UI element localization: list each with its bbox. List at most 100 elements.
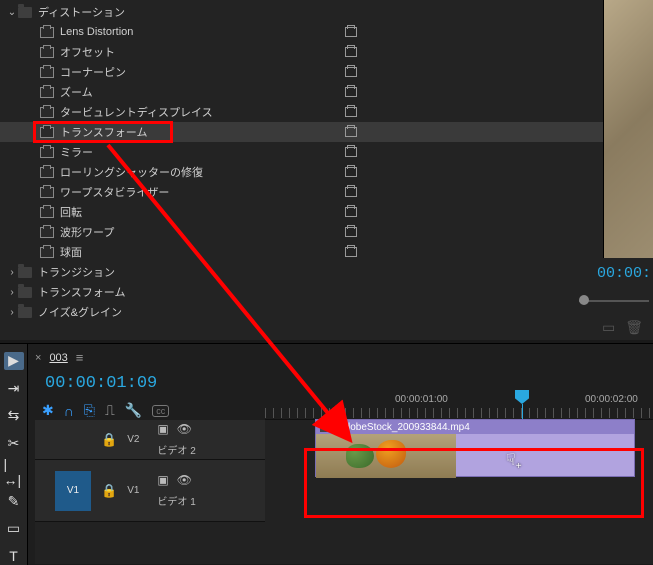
video-clip[interactable]: fx AdobeStock_200933844.mp4 ☟+ [315,419,635,477]
toggle-output-icon[interactable]: ▣ [157,473,168,487]
preset-icon [40,187,54,198]
effects-panel: ⌄ ディストーション Lens Distortion オフセット コーナーピン [0,0,653,340]
program-timecode: 00:00: [597,265,651,282]
slip-tool[interactable]: |↔| [4,462,24,482]
effect-label: ワープスタビライザー [60,184,169,200]
type-icon [345,247,357,257]
marker-icon[interactable]: ⎍ [105,402,115,419]
track-label: ビデオ 1 [157,493,195,508]
effect-warp-stabilizer[interactable]: ワープスタビライザー [0,182,653,202]
pen-tool[interactable]: ✎ [4,492,24,510]
folder-label: トランスフォーム [38,284,125,300]
drop-cursor-icon: ☟+ [506,450,522,472]
preset-icon [40,87,54,98]
scrubber-handle-icon[interactable] [579,295,589,305]
preset-icon [40,227,54,238]
preset-icon [40,207,54,218]
effect-corner-pin[interactable]: コーナーピン [0,62,653,82]
effect-label: 球面 [60,244,82,260]
effect-label: Lens Distortion [60,26,133,38]
ripple-edit-tool[interactable]: ⇆ [4,407,24,425]
effect-sphere[interactable]: 球面 [0,242,653,262]
effect-wave-warp[interactable]: 波形ワープ [0,222,653,242]
type-icon [345,187,357,197]
effect-rotation[interactable]: 回転 [0,202,653,222]
linked-selection-icon[interactable]: ⎘ [84,402,95,419]
snap-icon[interactable]: ✱ [42,402,54,419]
eye-icon[interactable]: 👁 [177,422,192,436]
timeline-panel: ▶ ⇥ ⇆ ✂ |↔| ✎ ▭ T × 003 ≡ 00:00:01:09 ✱ … [0,343,653,564]
type-icon [345,67,357,77]
lock-icon[interactable]: 🔒 [101,483,117,499]
chevron-down-icon: ⌄ [6,7,18,18]
chevron-right-icon: › [6,267,18,278]
track-v1-header[interactable]: V1 🔒 V1 ▣ 👁 ビデオ 1 [35,460,265,522]
effect-transform[interactable]: トランスフォーム [0,122,653,142]
sequence-name: 003 [49,352,67,364]
folder-transform[interactable]: › トランスフォーム [0,282,653,302]
preset-icon [40,147,54,158]
razor-tool[interactable]: ✂ [4,435,24,453]
preset-icon [40,47,54,58]
selection-tool[interactable]: ▶ [4,352,24,370]
track-v1-lane[interactable]: fx AdobeStock_200933844.mp4 ☟+ [265,419,653,481]
effect-label: 波形ワープ [60,224,114,240]
sequence-tab[interactable]: × 003 ≡ [35,350,83,365]
effect-lens-distortion[interactable]: Lens Distortion [0,22,653,42]
folder-distortion[interactable]: ⌄ ディストーション [0,2,653,22]
eye-icon[interactable]: 👁 [177,473,192,487]
effect-label: トランスフォーム [60,124,147,140]
effect-label: コーナーピン [60,64,126,80]
folder-label: トランジション [38,264,115,280]
effect-label: ズーム [60,84,93,100]
preset-icon [40,247,54,258]
effect-mirror[interactable]: ミラー [0,142,653,162]
lock-icon[interactable]: 🔒 [101,432,117,448]
preset-icon [40,167,54,178]
effect-label: タービュレントディスプレイス [60,104,213,120]
preset-icon [40,107,54,118]
track-select-tool[interactable]: ⇥ [4,380,24,398]
time-ruler[interactable]: 00:00:01:00 00:00:02:00 [265,392,653,420]
clip-thumbnail [316,434,456,478]
track-label: ビデオ 2 [157,442,195,457]
effect-zoom[interactable]: ズーム [0,82,653,102]
hand-tool[interactable]: ▭ [4,520,24,538]
track-id: V2 [127,434,139,445]
type-icon [345,87,357,97]
timeline-toolbar: ✱ ∩ ⎘ ⎍ 🔧 cc [42,402,169,419]
effect-offset[interactable]: オフセット [0,42,653,62]
type-icon [345,127,357,137]
folder-icon [18,7,32,18]
track-source-patch[interactable]: V1 [55,471,91,511]
folder-noise-grain[interactable]: › ノイズ&グレイン [0,302,653,322]
folder-icon [18,287,32,298]
timeline-timecode[interactable]: 00:00:01:09 [45,374,157,393]
type-icon [345,27,357,37]
close-icon[interactable]: × [35,352,41,364]
ruler-tick-label: 00:00:01:00 [395,394,448,405]
preview-scrubber[interactable] [579,296,649,310]
new-bin-icon[interactable]: ▭ [602,319,615,336]
captions-icon[interactable]: cc [152,405,169,417]
effect-turbulent-displace[interactable]: タービュレントディスプレイス [0,102,653,122]
track-v2-header[interactable]: 🔒 V2 ▣ 👁 ビデオ 2 [35,420,265,460]
effect-rolling-shutter[interactable]: ローリングシャッターの修復 [0,162,653,182]
fx-badge-icon[interactable]: fx [320,422,334,432]
folder-icon [18,267,32,278]
chevron-right-icon: › [6,307,18,318]
type-icon [345,147,357,157]
type-icon [345,227,357,237]
type-icon [345,167,357,177]
magnet-icon[interactable]: ∩ [64,403,74,419]
settings-icon[interactable]: 🔧 [125,402,142,419]
effects-tree: ⌄ ディストーション Lens Distortion オフセット コーナーピン [0,0,653,322]
folder-transition[interactable]: › トランジション [0,262,653,282]
toggle-output-icon[interactable]: ▣ [157,422,168,436]
folder-label: ディストーション [38,4,125,20]
effect-label: ミラー [60,144,93,160]
trash-icon[interactable]: 🗑 [625,319,643,336]
type-tool[interactable]: T [4,547,24,565]
panel-menu-icon[interactable]: ≡ [76,350,84,365]
preset-icon [40,27,54,38]
